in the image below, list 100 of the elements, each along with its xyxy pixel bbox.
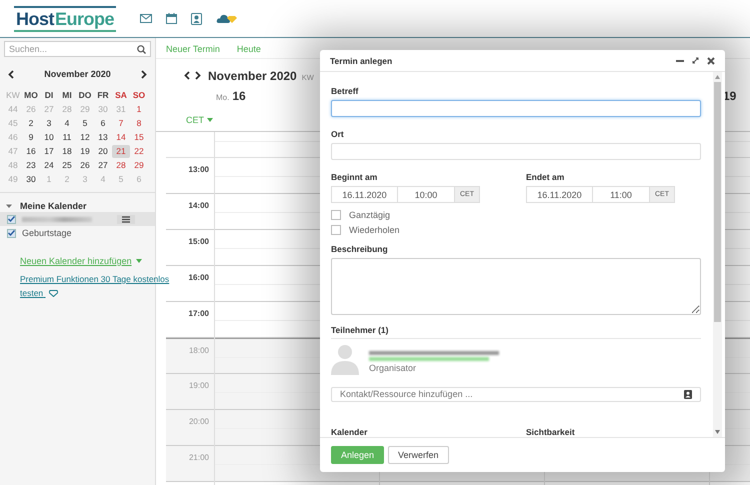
next-icon[interactable] [195,71,201,80]
calendar-day[interactable]: 22 [130,145,148,158]
calendar-day[interactable]: 13 [94,131,112,144]
calendar-day[interactable]: 5 [76,117,94,130]
calendar-day[interactable]: 29 [130,159,148,172]
weekday-label: DI [44,89,54,102]
checkbox[interactable] [7,228,16,238]
menu-icon[interactable] [117,214,135,224]
previous-icon[interactable] [184,71,190,80]
date-field[interactable]: 16.11.2020 [526,186,593,203]
next-month-icon[interactable] [140,70,147,78]
minimize-icon[interactable] [676,59,684,62]
weekday-label: Mo. [216,93,230,102]
calendar-day[interactable]: 3 [40,117,58,130]
avatar-icon [331,342,359,375]
description-field[interactable] [331,258,701,315]
date-field[interactable]: 16.11.2020 [331,186,398,203]
calendar-day[interactable]: 8 [130,117,148,130]
weekday-label: DO [78,89,92,102]
calendar-day[interactable]: 2 [22,117,40,130]
hour-label: 17:00 [188,309,209,318]
attendee-role: Organisator [369,362,418,373]
hour-label: 15:00 [188,237,209,246]
checkbox[interactable] [331,210,341,220]
calendar-day[interactable]: 19 [76,145,94,158]
hour-label: 14:00 [188,201,209,210]
calendar-day[interactable]: 18 [58,145,76,158]
checkbox[interactable] [331,225,341,235]
calendar-icon[interactable] [166,13,178,24]
previous-month-icon[interactable] [8,70,14,78]
calendar-name: Geburtstage [22,228,72,238]
checkbox-label: Wiederholen [349,225,400,235]
diamond-icon [48,290,58,298]
week-number: 45 [7,117,19,130]
calendar-day[interactable]: 17 [40,145,58,158]
hour-label: 19:00 [188,381,209,390]
mail-icon[interactable] [140,14,152,23]
add-contact-field[interactable]: Kontakt/Ressource hinzufügen ... [331,386,701,402]
calendar-day[interactable]: 24 [40,159,58,172]
field-label: Betreff [331,86,360,96]
close-icon[interactable] [707,56,715,64]
expand-icon[interactable] [692,57,699,64]
logo[interactable]: HostEurope [14,6,116,32]
cloud-diamond-icon[interactable] [216,13,238,24]
week-number: 44 [7,103,19,116]
calendar-day[interactable]: 14 [112,131,130,144]
discard-button[interactable]: Verwerfen [388,446,449,464]
hour-label: 20:00 [188,417,209,426]
section-title: Meine Kalender [20,200,87,210]
scrollbar[interactable] [713,72,722,437]
week-number: 48 [7,159,19,172]
day-number[interactable]: 16 [232,89,246,103]
calendar-item[interactable]: Geburtstage [0,226,155,240]
weekday-label: SA [114,89,128,102]
weekday-label: MO [23,89,39,102]
calendar-day[interactable]: 1 [130,103,148,116]
checkbox-label: Ganztägig [349,210,390,220]
calendar-day[interactable]: 10 [40,131,58,144]
field-label: Beginnt am [331,172,378,182]
calendar-day[interactable]: 12 [76,131,94,144]
contact-icon[interactable] [684,390,692,399]
day-number[interactable]: 19 [723,89,736,103]
scroll-up-icon[interactable] [715,75,720,79]
calendar-day[interactable]: 28 [112,159,130,172]
checkbox[interactable] [7,214,16,224]
hour-label: 16:00 [188,273,209,282]
calendar-day[interactable]: 21 [112,145,130,158]
collapse-icon[interactable] [6,202,12,208]
weekday-label: SO [132,89,146,102]
calendar-day[interactable]: 9 [22,131,40,144]
field-label: Kalender [331,427,368,437]
caret-icon [136,259,142,263]
calendar-day[interactable]: 26 [76,159,94,172]
search-icon[interactable] [137,44,146,54]
week-number: 46 [7,131,19,144]
calendar-day[interactable]: 30 [22,173,40,186]
location-field[interactable] [331,143,701,160]
scroll-down-icon[interactable] [715,430,720,434]
calendar-day[interactable]: 11 [58,131,76,144]
premium-link[interactable]: Premium Funktionen 30 Tage kostenlos testen [20,272,170,300]
calendar-day[interactable]: 4 [58,117,76,130]
period-title: November 2020 [208,69,297,83]
calendar-day[interactable]: 20 [94,145,112,158]
calendar-day[interactable]: 27 [94,159,112,172]
week-number: 49 [7,173,19,186]
month-title: November 2020 [44,69,111,79]
hour-label: 13:00 [188,165,209,174]
contact-icon[interactable] [191,12,202,24]
subject-field[interactable] [331,100,701,117]
hour-label: 21:00 [188,453,209,462]
calendar-day[interactable]: 25 [58,159,76,172]
calendar-day[interactable]: 23 [22,159,40,172]
weekday-label: KW [5,89,21,102]
field-label: Endet am [526,172,566,182]
field-label: Beschreibung [331,244,389,254]
calendar-day[interactable]: 7 [112,117,130,130]
calendar-day[interactable]: 6 [94,117,112,130]
calendar-day[interactable]: 15 [130,131,148,144]
weekday-label: MI [61,89,73,102]
calendar-day[interactable]: 16 [22,145,40,158]
